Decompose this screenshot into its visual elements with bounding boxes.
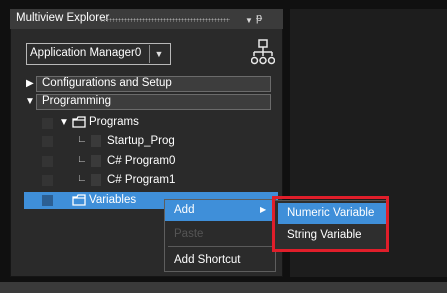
status-square-icon: [42, 175, 53, 186]
menu-item-add-shortcut[interactable]: Add Shortcut: [174, 254, 240, 266]
menu-item-add-label: Add: [174, 204, 195, 216]
tree-connector: ∟: [77, 154, 87, 165]
expand-arrow-icon[interactable]: ▶: [26, 78, 34, 89]
chevron-down-icon[interactable]: ▼: [149, 45, 168, 63]
collapse-arrow-icon[interactable]: ▼: [59, 117, 69, 128]
panel-menu-dropdown-icon[interactable]: ▼: [245, 16, 253, 25]
program-icon: [91, 155, 101, 167]
folder-icon: [72, 194, 86, 206]
tree-label-variables: Variables: [89, 194, 137, 206]
pin-icon[interactable]: ᵽ: [256, 12, 262, 24]
menu-item-paste[interactable]: Paste: [174, 228, 203, 240]
status-square-icon: [42, 136, 53, 147]
application-selector-value: Application Manager0: [30, 47, 142, 59]
tree-item-csharp-program1[interactable]: C# Program1: [107, 174, 175, 186]
drag-grip[interactable]: [100, 18, 230, 22]
menu-divider: [168, 246, 272, 247]
tree-connector: ∟: [77, 173, 87, 184]
tree-label-programs[interactable]: Programs: [89, 116, 139, 128]
tree-connector: ∟: [77, 134, 87, 145]
panel-title: Multiview Explorer: [16, 12, 110, 24]
hierarchy-icon[interactable]: [251, 39, 275, 67]
folder-icon: [72, 116, 86, 128]
program-icon: [91, 135, 101, 147]
submenu-arrow-icon: ▶: [260, 205, 267, 214]
status-square-icon: [42, 156, 53, 167]
status-square-icon: [42, 195, 53, 206]
tree-label-configurations: Configurations and Setup: [42, 77, 172, 89]
status-strip: [0, 282, 447, 293]
program-icon: [91, 174, 101, 186]
tree-item-startup-prog[interactable]: Startup_Prog: [107, 135, 175, 147]
highlight-box: [272, 196, 389, 252]
status-square-icon: [42, 118, 53, 129]
collapse-arrow-icon[interactable]: ▼: [25, 96, 35, 107]
tree-label-programming: Programming: [42, 95, 112, 107]
tree-item-csharp-program0[interactable]: C# Program0: [107, 155, 175, 167]
